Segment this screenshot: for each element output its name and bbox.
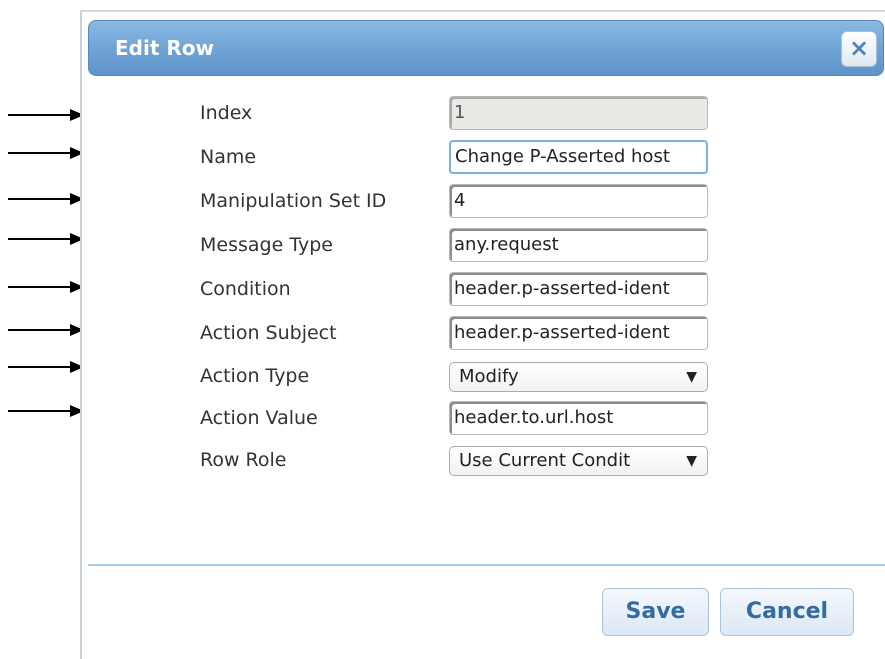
action-type-value: Modify [459,366,519,387]
action-subject-field[interactable]: header.p-asserted-ident [449,316,708,350]
chevron-down-icon: ▼ [686,369,697,385]
annotation-arrow-icon [8,147,84,159]
save-button[interactable]: Save [602,588,709,636]
annotation-arrow-icon [8,361,84,373]
field-label-action-type: Action Type [200,365,310,387]
close-icon: × [848,34,870,62]
row-role-value: Use Current Condit [459,450,631,471]
annotation-arrow-icon [8,109,84,121]
field-label-index: Index [200,102,253,124]
field-label-name: Name [200,146,257,168]
field-label-condition: Condition [200,278,291,300]
close-button[interactable]: × [841,31,877,67]
cancel-button[interactable]: Cancel [720,588,854,636]
annotation-arrow-icon [8,405,84,417]
annotation-arrow-icon [8,233,84,245]
action-type-select[interactable]: Modify ▼ [449,362,708,392]
annotation-arrow-icon [8,324,84,336]
field-label-message-type: Message Type [200,234,333,256]
manipulation-set-id-field[interactable]: 4 [449,184,708,218]
chevron-down-icon: ▼ [686,453,697,469]
annotation-arrow-icon [8,193,84,205]
annotation-arrow-icon [8,281,84,293]
name-field[interactable]: Change P-Asserted host [449,140,708,174]
field-label-action-subject: Action Subject [200,322,337,344]
action-value-field[interactable]: header.to.url.host [449,401,708,435]
condition-field[interactable]: header.p-asserted-ident [449,272,708,306]
field-label-manipulation-set-id: Manipulation Set ID [200,190,387,212]
dialog-title: Edit Row [115,36,214,60]
field-label-row-role: Row Role [200,449,287,471]
dialog-titlebar: Edit Row × [88,20,884,76]
message-type-field[interactable]: any.request [449,228,708,262]
edit-row-dialog: Edit Row × Index 1 Name Change P-Asserte… [80,10,885,659]
index-field: 1 [449,96,708,130]
footer-divider [88,564,885,566]
row-role-select[interactable]: Use Current Condit ▼ [449,446,708,476]
field-label-action-value: Action Value [200,407,318,429]
